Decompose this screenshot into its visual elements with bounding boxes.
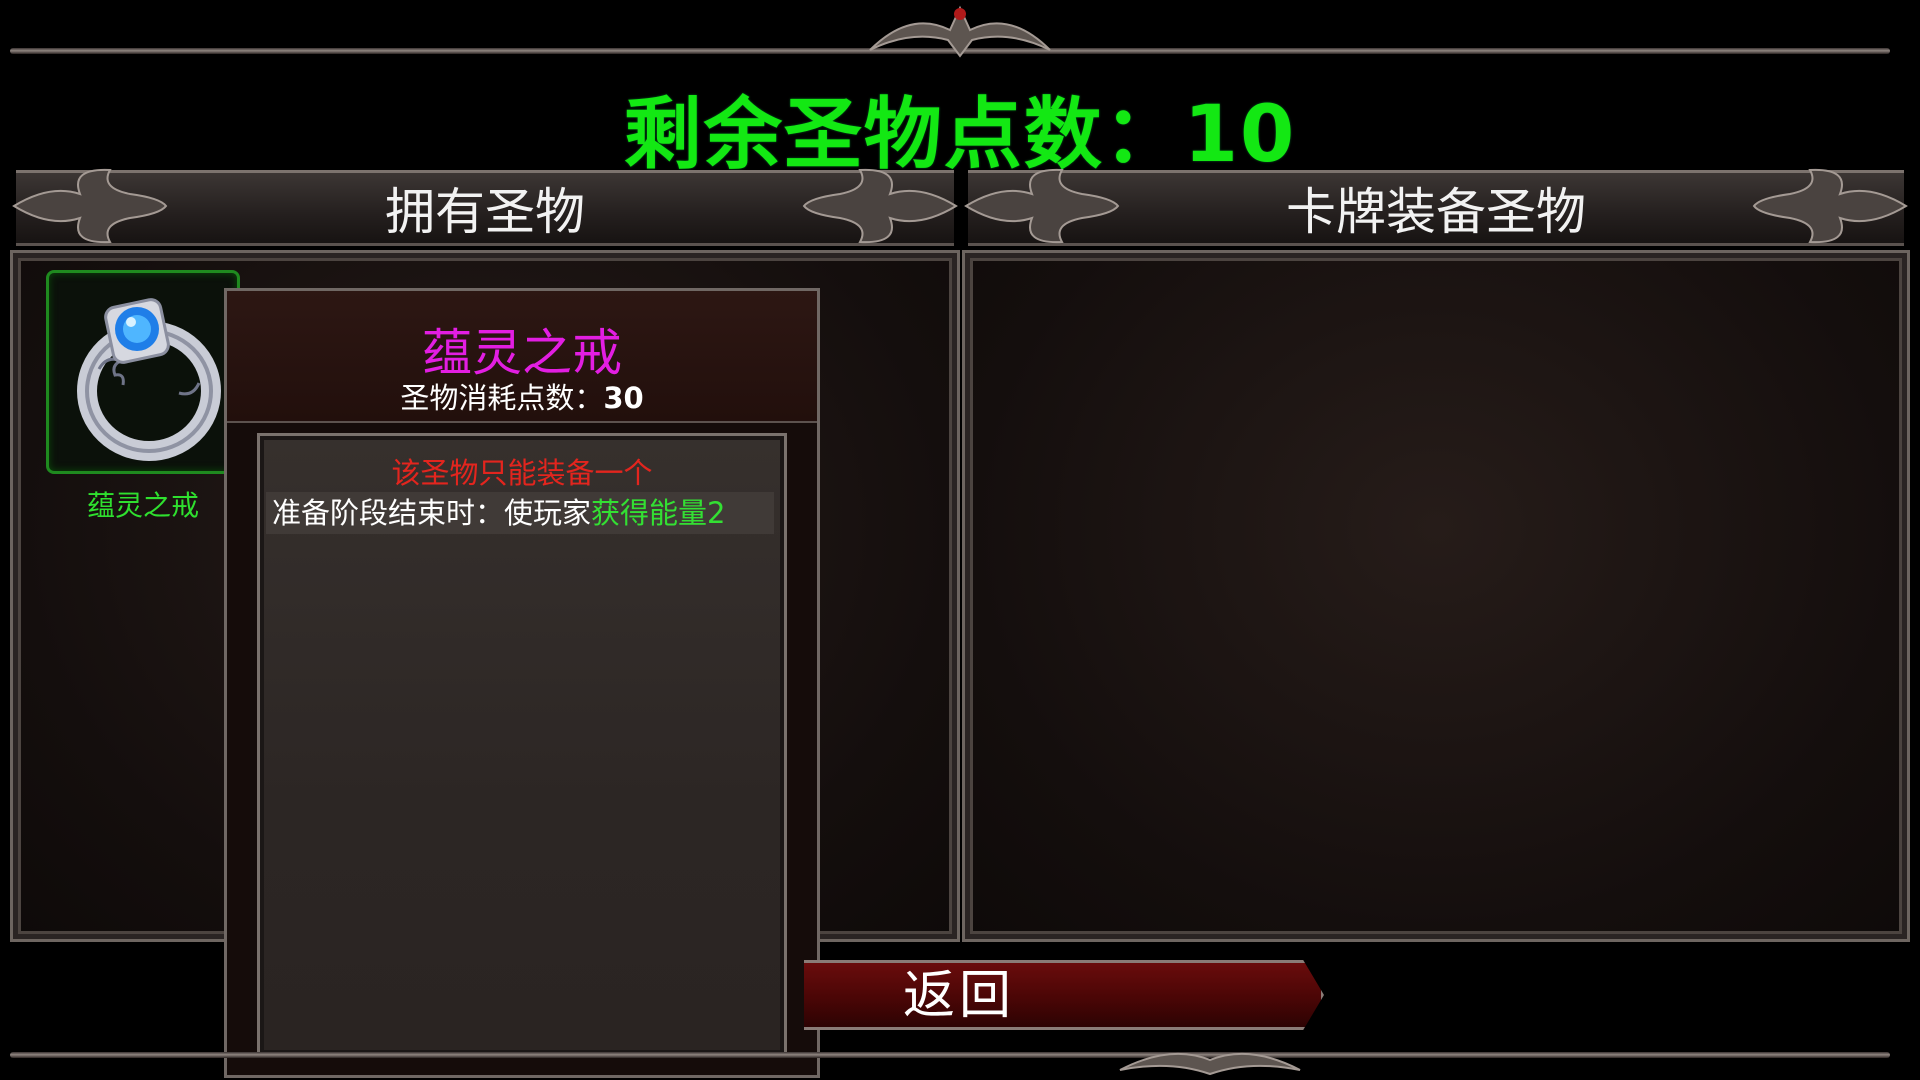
tooltip-unique-note: 该圣物只能装备一个 bbox=[391, 456, 653, 490]
owned-relics-title: 拥有圣物 bbox=[385, 183, 585, 241]
return-button-label: 返回 bbox=[902, 966, 1015, 1026]
flourish-ornament bbox=[802, 168, 958, 244]
top-crest-ornament bbox=[869, 5, 1051, 58]
bottom-ornament-line bbox=[10, 1052, 1890, 1058]
equipped-relics-title: 卡牌装备圣物 bbox=[1286, 183, 1586, 241]
remaining-points-label: 剩余圣物点数：10 bbox=[623, 90, 1297, 180]
relic-slot[interactable] bbox=[46, 270, 240, 474]
equipped-relics-panel bbox=[962, 250, 1910, 942]
tooltip-cost-label: 圣物消耗点数： bbox=[400, 381, 604, 415]
flourish-ornament bbox=[1752, 168, 1908, 244]
relic-tooltip: 蕴灵之戒 圣物消耗点数：30 该圣物只能装备一个 准备阶段结束时：使玩家获得能量… bbox=[224, 288, 820, 1078]
tooltip-cost-value: 30 bbox=[603, 381, 644, 415]
tooltip-body: 该圣物只能装备一个 准备阶段结束时：使玩家获得能量2 bbox=[257, 433, 787, 1057]
tooltip-effect-text: 准备阶段结束时：使玩家 bbox=[272, 496, 592, 530]
bottom-crest-ornament bbox=[1119, 1052, 1301, 1076]
sapphire-ring-icon bbox=[77, 298, 221, 461]
tooltip-effect: 准备阶段结束时：使玩家获得能量2 bbox=[266, 492, 774, 534]
flourish-ornament bbox=[12, 168, 168, 244]
relic-name-label: 蕴灵之戒 bbox=[86, 489, 199, 522]
tooltip-cost: 圣物消耗点数：30 bbox=[227, 375, 817, 417]
flourish-ornament bbox=[964, 168, 1120, 244]
tooltip-header: 蕴灵之戒 圣物消耗点数：30 bbox=[227, 291, 817, 423]
tooltip-effect-highlight: 获得能量2 bbox=[591, 496, 726, 530]
